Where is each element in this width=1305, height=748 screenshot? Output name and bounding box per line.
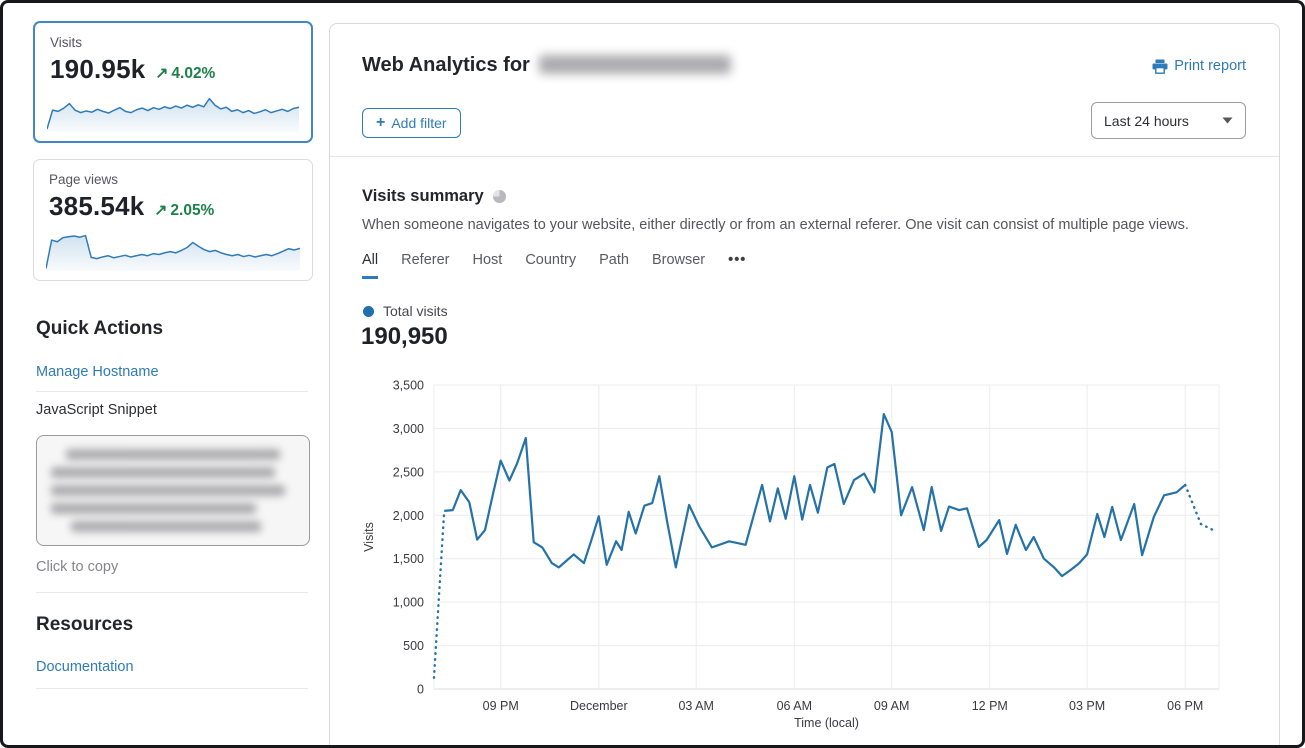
add-filter-button[interactable]: + Add filter xyxy=(362,108,461,138)
svg-text:1,500: 1,500 xyxy=(393,552,424,566)
visits-summary-title: Visits summary xyxy=(362,187,507,206)
page-title-text: Web Analytics for xyxy=(362,54,530,76)
click-to-copy-hint: Click to copy xyxy=(36,559,118,575)
svg-text:03 PM: 03 PM xyxy=(1069,699,1105,713)
svg-text:06 AM: 06 AM xyxy=(777,699,812,713)
redacted-code-line xyxy=(51,503,256,514)
svg-text:3,000: 3,000 xyxy=(393,422,424,436)
tab-host[interactable]: Host xyxy=(472,252,502,279)
trend-delta: 2.05% xyxy=(170,202,214,219)
print-report-label: Print report xyxy=(1174,58,1246,74)
trend-up-icon: ↗ xyxy=(155,65,168,82)
total-visits-value: 190,950 xyxy=(361,323,448,351)
quick-actions-title: Quick Actions xyxy=(36,318,163,340)
metric-card-label: Page views xyxy=(49,172,297,187)
svg-text:2,000: 2,000 xyxy=(393,509,424,523)
tab-all[interactable]: All xyxy=(362,252,378,279)
metric-card-label: Visits xyxy=(50,35,296,50)
chart-legend: Total visits xyxy=(363,303,448,319)
svg-text:1,000: 1,000 xyxy=(393,596,424,610)
svg-text:09 AM: 09 AM xyxy=(874,699,909,713)
svg-text:December: December xyxy=(570,699,628,713)
svg-text:03 AM: 03 AM xyxy=(678,699,713,713)
metric-card-value: 385.54k xyxy=(49,191,144,222)
trend-badge: ↗4.02% xyxy=(155,64,215,83)
visits-summary-description: When someone navigates to your website, … xyxy=(362,217,1189,233)
redacted-domain xyxy=(539,55,731,74)
tab-country[interactable]: Country xyxy=(525,252,576,279)
metric-card-value: 190.95k xyxy=(50,54,145,85)
svg-text:Time (local): Time (local) xyxy=(794,716,859,730)
trend-delta: 4.02% xyxy=(171,65,215,82)
redacted-code-line xyxy=(71,521,261,532)
js-snippet-box[interactable] xyxy=(36,435,310,546)
visits-line-chart: 0 500 1,000 1,500 2,000 2,500 3,000 3,500 09 PM D… xyxy=(360,374,1250,738)
redacted-code-line xyxy=(51,467,275,478)
divider xyxy=(36,688,308,689)
trend-badge: ↗2.05% xyxy=(154,201,214,220)
svg-text:09 PM: 09 PM xyxy=(483,699,519,713)
time-range-value: Last 24 hours xyxy=(1104,113,1189,129)
metric-card-visits[interactable]: Visits 190.95k ↗4.02% xyxy=(33,21,313,143)
visits-summary-title-text: Visits summary xyxy=(362,187,484,206)
redacted-code-line xyxy=(51,485,285,496)
legend-label: Total visits xyxy=(383,303,448,319)
svg-text:500: 500 xyxy=(403,639,424,653)
js-snippet-label: JavaScript Snippet xyxy=(36,402,157,418)
tab-path[interactable]: Path xyxy=(599,252,629,279)
manage-hostname-link[interactable]: Manage Hostname xyxy=(36,364,159,380)
main-panel: Web Analytics for Print report + Add fil… xyxy=(329,23,1280,748)
tab-overflow-ellipsis[interactable]: ••• xyxy=(728,252,746,279)
print-report-link[interactable]: Print report xyxy=(1152,58,1246,74)
svg-text:06 PM: 06 PM xyxy=(1167,699,1203,713)
svg-text:Visits: Visits xyxy=(362,522,376,552)
divider xyxy=(36,592,308,593)
tab-referer[interactable]: Referer xyxy=(401,252,449,279)
trend-up-icon: ↗ xyxy=(154,202,167,219)
dimension-tabs: All Referer Host Country Path Browser ••… xyxy=(362,252,746,279)
divider xyxy=(36,391,308,392)
resources-title: Resources xyxy=(36,614,133,636)
tab-browser[interactable]: Browser xyxy=(652,252,705,279)
redacted-code-line xyxy=(66,449,281,460)
plus-icon: + xyxy=(376,114,385,132)
printer-icon xyxy=(1152,59,1168,74)
visits-sparkline xyxy=(47,85,299,133)
svg-text:3,500: 3,500 xyxy=(393,379,424,393)
page-title: Web Analytics for xyxy=(362,54,731,77)
metric-card-page-views[interactable]: Page views 385.54k ↗2.05% xyxy=(33,159,313,281)
chevron-down-icon xyxy=(1222,117,1233,124)
add-filter-label: Add filter xyxy=(391,115,446,131)
legend-dot-icon xyxy=(363,306,374,317)
page-views-sparkline xyxy=(46,224,300,272)
documentation-link[interactable]: Documentation xyxy=(36,659,134,675)
divider xyxy=(330,156,1279,157)
svg-text:0: 0 xyxy=(417,683,424,697)
time-range-dropdown[interactable]: Last 24 hours xyxy=(1091,102,1246,139)
pie-chart-help-icon[interactable] xyxy=(492,189,507,204)
sidebar: Visits 190.95k ↗4.02% Page views 385.54k… xyxy=(33,3,311,745)
app-window: Visits 190.95k ↗4.02% Page views 385.54k… xyxy=(0,0,1305,748)
svg-text:12 PM: 12 PM xyxy=(972,699,1008,713)
svg-text:2,500: 2,500 xyxy=(393,465,424,479)
